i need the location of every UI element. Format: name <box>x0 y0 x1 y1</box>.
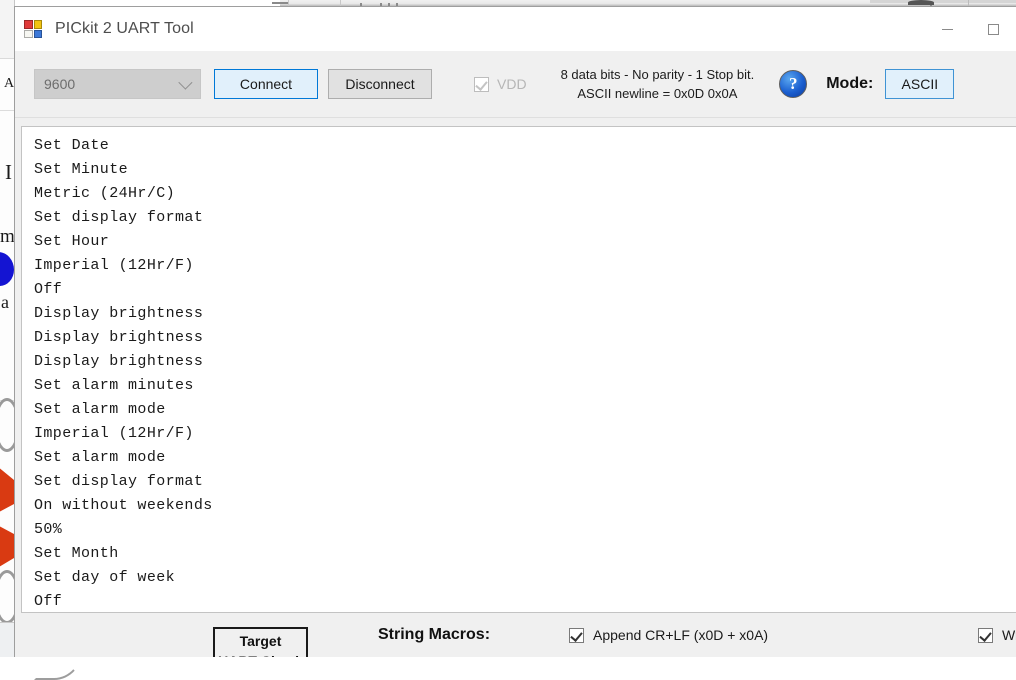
wrap-checkbox[interactable]: Wrap <box>978 627 1016 643</box>
background-window-left: A I m a <box>0 0 15 657</box>
minimize-icon <box>941 28 953 30</box>
terminal-line: Set alarm mode <box>34 449 166 466</box>
terminal-line: Metric (24Hr/C) <box>34 185 176 202</box>
baud-rate-value: 9600 <box>44 76 76 92</box>
vdd-checkbox[interactable]: VDD <box>474 76 527 92</box>
background-left-statusbar <box>0 622 14 657</box>
terminal-line: Off <box>34 281 63 298</box>
target-button-line-1: Target <box>239 633 282 649</box>
terminal-output[interactable]: Set Date Set Minute Metric (24Hr/C) Set dis… <box>21 126 1016 613</box>
terminal-line: Set display format <box>34 209 204 226</box>
background-grey-arc-bottom <box>0 570 14 624</box>
uart-config-line-1: 8 data bits - No parity - 1 Stop bit. <box>560 67 755 82</box>
window-controls <box>924 7 1016 51</box>
checkmark-icon <box>979 628 992 642</box>
uart-config-text: 8 data bits - No parity - 1 Stop bit. AS… <box>561 65 755 103</box>
terminal-line: Imperial (12Hr/F) <box>34 257 194 274</box>
uart-config-line-2: ASCII newline = 0x0D 0x0A <box>577 86 738 101</box>
wrap-checkbox-box <box>978 627 993 643</box>
bottom-bar: Target UART Check String Macros: Append … <box>15 613 1016 657</box>
chevron-down-icon <box>178 75 193 90</box>
terminal-line: Display brightness <box>34 329 204 346</box>
append-crlf-label: Append CR+LF (x0D + x0A) <box>593 627 769 643</box>
connect-button[interactable]: Connect <box>214 69 318 99</box>
title-bar: PICkit 2 UART Tool <box>15 7 1016 51</box>
terminal-line: On without weekends <box>34 497 213 514</box>
terminal-line: Set Minute <box>34 161 129 178</box>
append-crlf-checkbox-box <box>569 627 584 643</box>
terminal-line: Off <box>34 593 63 610</box>
terminal-line: Set Date <box>34 137 110 154</box>
terminal-line: Set alarm mode <box>34 401 166 418</box>
app-tiles-icon <box>24 20 42 38</box>
background-grey-arc-top <box>0 398 14 452</box>
disconnect-button[interactable]: Disconnect <box>328 69 432 99</box>
background-text-fragment-2: m <box>0 226 14 247</box>
pickit2-uart-tool-window: PICkit 2 UART Tool 9600 Connect Disconne… <box>14 6 1016 657</box>
terminal-line: Set Hour <box>34 233 110 250</box>
checkmark-icon <box>475 77 488 91</box>
maximize-button[interactable] <box>970 7 1016 51</box>
background-left-toolbar <box>0 0 14 59</box>
append-crlf-checkbox[interactable]: Append CR+LF (x0D + x0A) <box>569 627 768 643</box>
terminal-line: Set alarm minutes <box>34 377 194 394</box>
wrap-label: Wrap <box>1002 627 1016 643</box>
background-red-shape <box>0 447 14 582</box>
string-macros-label: String Macros: <box>378 626 491 643</box>
minimize-button[interactable] <box>924 7 970 51</box>
baud-rate-select[interactable]: 9600 <box>34 69 201 99</box>
maximize-icon <box>987 23 999 35</box>
terminal-line: Set day of week <box>34 569 176 586</box>
terminal-line: Set Month <box>34 545 119 562</box>
checkmark-icon <box>570 628 583 642</box>
terminal-line: Display brightness <box>34 353 204 370</box>
uart-toolbar: 9600 Connect Disconnect VDD 8 data bits … <box>15 51 1016 118</box>
terminal-line: Set display format <box>34 473 204 490</box>
mode-label: Mode: <box>826 75 874 92</box>
background-text-fragment-3: a <box>1 292 9 312</box>
window-title: PICkit 2 UART Tool <box>55 20 194 37</box>
terminal-line: Display brightness <box>34 305 204 322</box>
mode-toggle-button[interactable]: ASCII <box>885 69 955 99</box>
terminal-line: Imperial (12Hr/F) <box>34 425 194 442</box>
terminal-line: 50% <box>34 521 63 538</box>
vdd-label: VDD <box>497 76 527 92</box>
vdd-checkbox-box <box>474 76 489 92</box>
help-icon[interactable]: ? <box>779 70 808 98</box>
terminal-area: Set Date Set Minute Metric (24Hr/C) Set dis… <box>15 118 1016 613</box>
target-uart-check-button[interactable]: Target UART Check <box>213 627 308 657</box>
background-blue-shape <box>0 252 14 286</box>
target-button-line-2: UART Check <box>215 651 306 657</box>
